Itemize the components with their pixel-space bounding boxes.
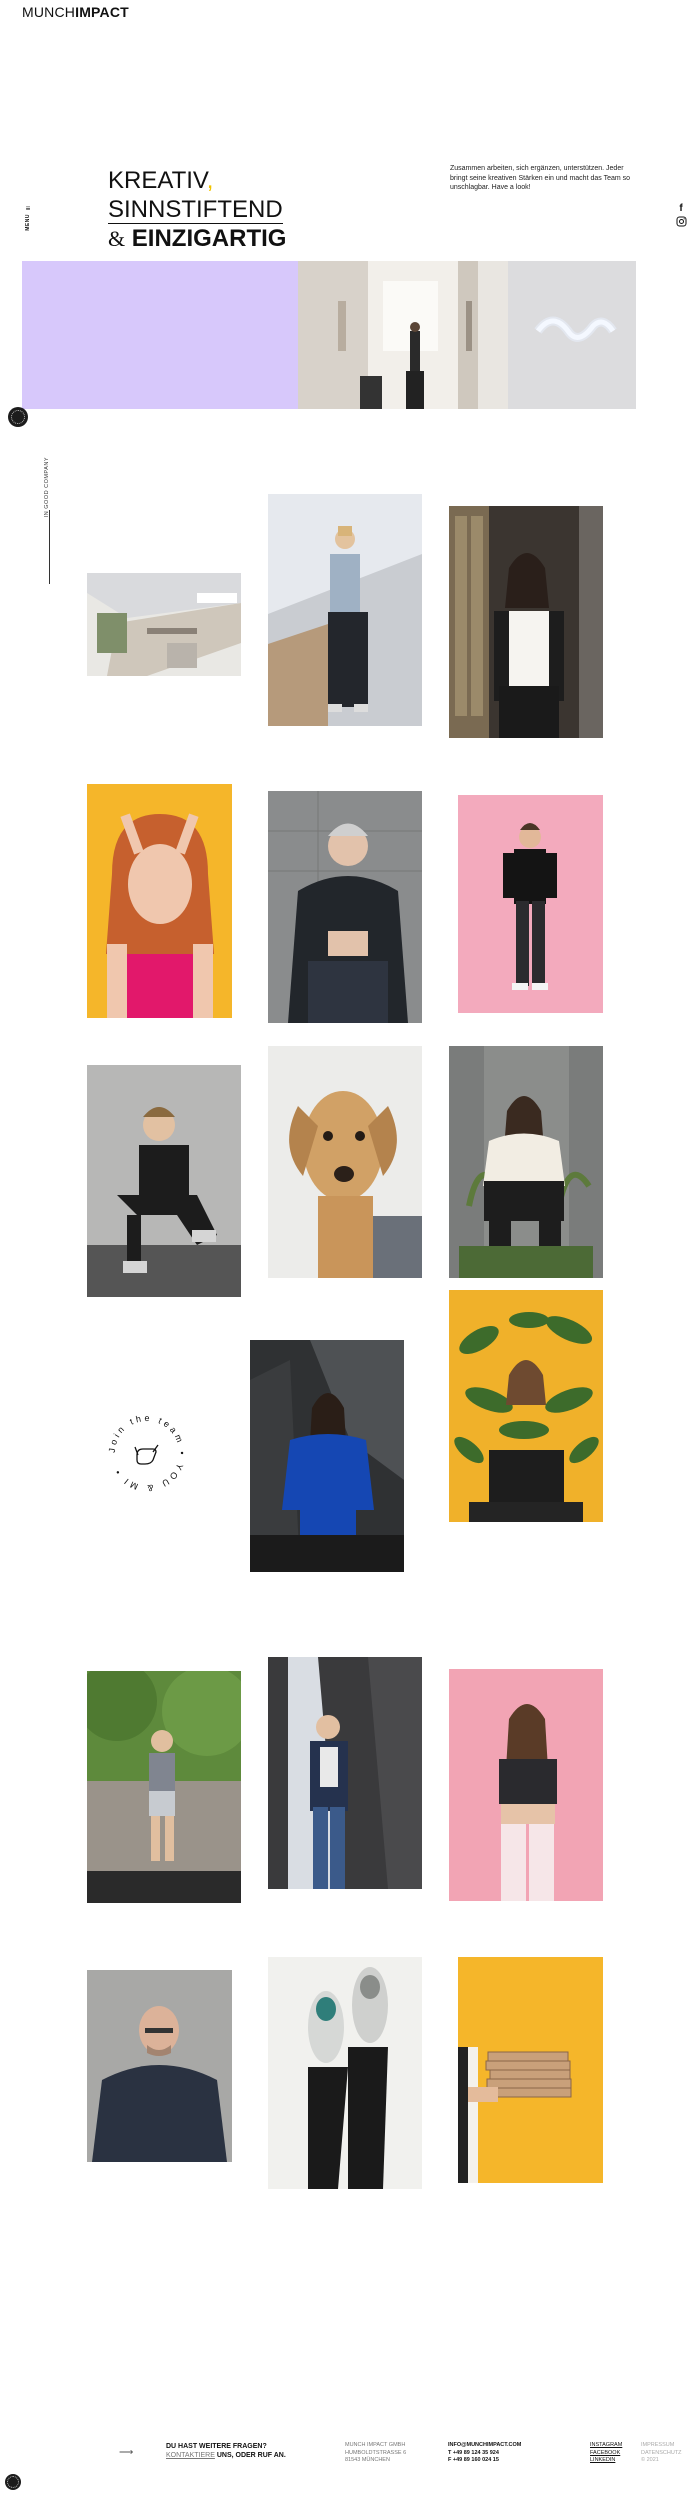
- cookie-badge-bottom[interactable]: [5, 2474, 21, 2490]
- footer-address: MUNCH IMPACT GMBH HUMBOLDTSTRASSE 6 8154…: [345, 2442, 406, 2465]
- team-photo-man-laughing[interactable]: [268, 791, 422, 1023]
- headline-line-2: SINNSTIFTEND: [108, 196, 283, 224]
- headline-line-3: EINZIGARTIG: [131, 225, 287, 252]
- hamburger-icon: ≡: [25, 204, 31, 213]
- headline-ampersand: &: [108, 226, 126, 251]
- headline-line-1: KREATIV: [108, 167, 207, 194]
- footer-link-datenschutz[interactable]: DATENSCHUTZ: [641, 2450, 682, 2458]
- address-line: 81543 MÜNCHEN: [345, 2457, 390, 2463]
- team-photo-bald-man[interactable]: [87, 1970, 232, 2162]
- dotted-circle-icon: [11, 410, 25, 424]
- side-divider: [49, 510, 50, 584]
- section-side-label: IN GOOD COMPANY: [44, 457, 50, 518]
- logo-light: MUNCH: [22, 4, 76, 20]
- team-photo-man-outdoor[interactable]: [87, 1671, 241, 1903]
- footer-social-links: INSTAGRAM FACEBOOK LINKEDIN: [590, 2442, 622, 2465]
- logo[interactable]: MUNCHIMPACT: [22, 4, 129, 20]
- footer-legal: IMPRESSUM DATENSCHUTZ © 2021: [641, 2442, 682, 2465]
- footer-link-instagram[interactable]: INSTAGRAM: [590, 2442, 622, 2450]
- badge-text: Join the team • YOU & MI •: [107, 1413, 184, 1493]
- team-photo-dog[interactable]: [268, 1046, 422, 1278]
- team-photo-woman-sitting[interactable]: [449, 1046, 603, 1278]
- team-photo-man-pink[interactable]: [458, 795, 603, 1013]
- logo-bold: IMPACT: [75, 4, 129, 20]
- svg-text:Join the team • YOU & MI •: Join the team • YOU & MI •: [107, 1413, 187, 1493]
- team-photo-office-stairs[interactable]: [87, 573, 241, 676]
- dotted-circle-icon: [7, 2476, 19, 2488]
- hero-color-block: [22, 261, 298, 409]
- instagram-icon[interactable]: [675, 216, 687, 228]
- intro-text: Zusammen arbeiten, sich ergänzen, unters…: [450, 165, 631, 191]
- footer-copyright: © 2021: [641, 2457, 659, 2463]
- team-photo-man-wall[interactable]: [268, 1657, 422, 1889]
- cookie-badge[interactable]: [8, 407, 28, 427]
- team-photo-man-glasses[interactable]: [87, 1065, 241, 1297]
- team-photo-woman-stairs[interactable]: [268, 494, 422, 726]
- footer-question: DU HAST WEITERE FRAGEN?: [166, 2443, 267, 2450]
- team-photo-woman-blue[interactable]: [250, 1340, 404, 1572]
- hero-office-photo: [298, 261, 636, 409]
- footer-email[interactable]: INFO@MUNCHIMPACT.COM: [448, 2442, 521, 2450]
- footer-fax: F +49 89 160 024 15: [448, 2457, 499, 2463]
- address-line: HUMBOLDTSTRASSE 6: [345, 2449, 407, 2456]
- page-headline: KREATIV, SINNSTIFTEND & EINZIGARTIG: [108, 166, 286, 253]
- team-photo-woman-yellow[interactable]: [87, 784, 232, 1018]
- menu-button[interactable]: ≡ MENU: [20, 204, 36, 234]
- shaka-hand-icon: [134, 1444, 159, 1465]
- footer-contact: INFO@MUNCHIMPACT.COM T +49 89 124 35 924…: [448, 2442, 521, 2465]
- footer-cta: DU HAST WEITERE FRAGEN? KONTAKTIERE UNS,…: [166, 2442, 286, 2460]
- team-photo-woman-pink-wall[interactable]: [449, 1669, 603, 1901]
- footer-phone[interactable]: T +49 89 124 35 924: [448, 2450, 521, 2458]
- join-the-team-badge[interactable]: Join the team • YOU & MI •: [104, 1410, 190, 1496]
- footer-contact-link[interactable]: KONTAKTIERE: [166, 2452, 215, 2459]
- team-photo-sneakers[interactable]: [268, 1957, 422, 2189]
- headline-comma: ,: [206, 167, 214, 194]
- menu-label: MENU: [25, 214, 31, 231]
- footer-cta-bold: UNS, ODER RUF AN.: [216, 2452, 286, 2459]
- team-photo-woman-plant[interactable]: [449, 1290, 603, 1522]
- arrow-right-icon: ⟶: [119, 2447, 134, 2458]
- team-photo-woman-doorway[interactable]: [449, 506, 603, 738]
- address-line: MUNCH IMPACT GMBH: [345, 2442, 406, 2448]
- team-photo-pizza-boxes[interactable]: [458, 1957, 603, 2183]
- footer-link-linkedin[interactable]: LINKEDIN: [590, 2457, 622, 2465]
- footer-link-facebook[interactable]: FACEBOOK: [590, 2450, 622, 2458]
- facebook-icon[interactable]: f: [675, 203, 687, 215]
- footer-link-impressum[interactable]: IMPRESSUM: [641, 2442, 682, 2450]
